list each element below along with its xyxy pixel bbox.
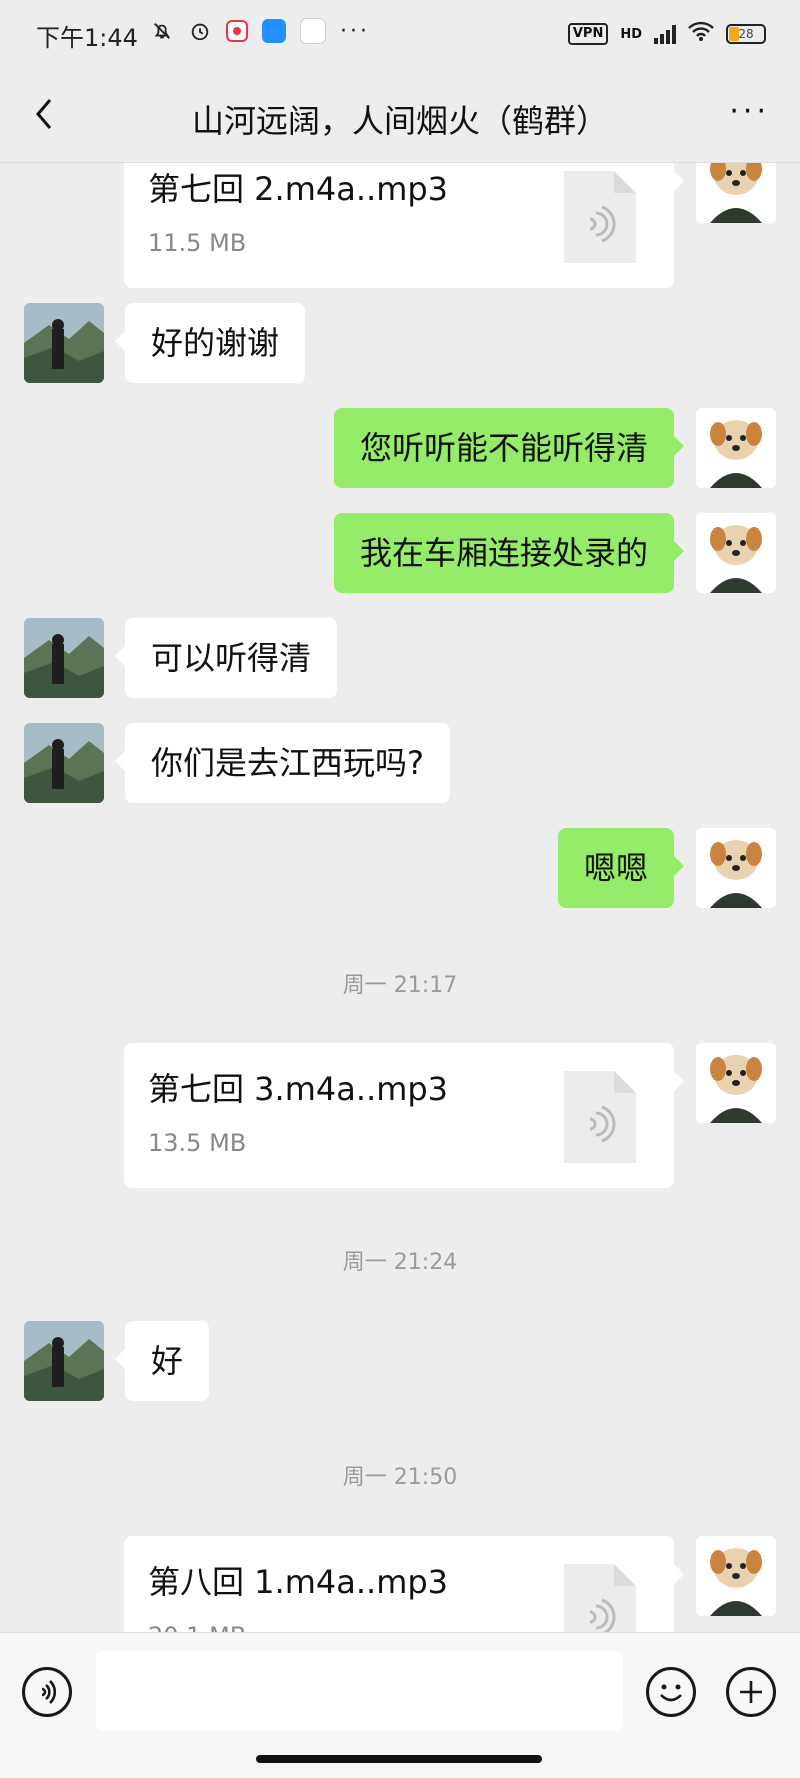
file-message[interactable]: 第八回 1.m4a..mp3 20.1 MB (124, 1536, 684, 1632)
mountain-avatar-image (24, 618, 104, 698)
file-name: 第八回 1.m4a..mp3 (148, 1563, 449, 1601)
dog-avatar-image (696, 163, 776, 223)
signal-icon (654, 24, 676, 44)
mountain-avatar-image (24, 1321, 104, 1401)
hd-badge: HD (620, 26, 642, 42)
contact-avatar[interactable] (24, 303, 104, 383)
dog-avatar-image (696, 408, 776, 488)
status-bar: 下午1:44 ··· VPN HD 28 (0, 0, 800, 70)
audio-file-icon (564, 1071, 636, 1163)
timestamp: 周一 21:17 (342, 973, 458, 998)
chat-title: 山河远阔，人间烟火（鹤群） (191, 102, 608, 140)
dog-avatar-image (696, 1043, 776, 1123)
vpn-badge: VPN (567, 23, 609, 45)
my-avatar[interactable] (696, 1043, 776, 1123)
contact-avatar[interactable] (24, 723, 104, 803)
incoming-bubble[interactable]: 你们是去江西玩吗? (115, 723, 450, 803)
more-dots-icon[interactable]: ··· (729, 97, 770, 127)
contact-avatar[interactable] (24, 1321, 104, 1401)
battery-level: 28 (738, 27, 754, 41)
contact-avatar[interactable] (24, 618, 104, 698)
app-icon (262, 19, 286, 43)
emoji-icon[interactable] (646, 1667, 696, 1717)
input-bar (0, 1632, 800, 1778)
wifi-icon (688, 20, 714, 48)
my-avatar[interactable] (696, 1536, 776, 1616)
my-avatar[interactable] (696, 513, 776, 593)
dog-avatar-image (696, 513, 776, 593)
dog-avatar-image (696, 828, 776, 908)
incoming-bubble[interactable]: 好 (114, 1321, 210, 1401)
message-list[interactable]: 第七回 2.m4a..mp3 11.5 MB 好的谢谢 您听听能不能听得清 我在… (0, 163, 800, 1632)
mountain-avatar-image (24, 723, 104, 803)
mute-icon (150, 19, 174, 43)
status-icons-right: VPN HD 28 (567, 20, 766, 48)
my-avatar[interactable] (696, 828, 776, 908)
file-message[interactable]: 第七回 2.m4a..mp3 11.5 MB (124, 163, 684, 288)
file-size: 13.5 MB (148, 1129, 247, 1157)
alarm-icon (188, 19, 212, 43)
audio-file-icon (564, 1564, 636, 1632)
outgoing-bubble[interactable]: 嗯嗯 (557, 828, 685, 908)
home-indicator[interactable] (256, 1755, 542, 1763)
record-app-icon (226, 20, 248, 42)
more-icon: ··· (340, 18, 370, 44)
plus-icon[interactable] (726, 1667, 776, 1717)
file-size: 11.5 MB (148, 229, 247, 257)
file-name: 第七回 2.m4a..mp3 (148, 170, 449, 208)
mountain-avatar-image (24, 303, 104, 383)
my-avatar[interactable] (696, 163, 776, 223)
outgoing-bubble[interactable]: 我在车厢连接处录的 (333, 513, 685, 593)
my-avatar[interactable] (696, 408, 776, 488)
audio-file-icon (564, 171, 636, 263)
status-icons-left: ··· (150, 18, 370, 44)
battery-icon: 28 (726, 24, 766, 44)
message-input[interactable] (96, 1651, 623, 1731)
file-size: 20.1 MB (148, 1622, 246, 1632)
cloud-app-icon (300, 18, 326, 44)
status-time: 下午1:44 (36, 24, 138, 52)
file-name: 第七回 3.m4a..mp3 (148, 1070, 449, 1108)
voice-icon[interactable] (22, 1667, 72, 1717)
timestamp: 周一 21:50 (342, 1465, 458, 1490)
file-message[interactable]: 第七回 3.m4a..mp3 13.5 MB (124, 1043, 684, 1188)
dog-avatar-image (696, 1536, 776, 1616)
incoming-bubble[interactable]: 好的谢谢 (114, 303, 306, 383)
chat-header: 山河远阔，人间烟火（鹤群） ··· (0, 70, 800, 163)
incoming-bubble[interactable]: 可以听得清 (114, 618, 338, 698)
timestamp: 周一 21:24 (342, 1250, 458, 1275)
outgoing-bubble[interactable]: 您听听能不能听得清 (333, 408, 685, 488)
